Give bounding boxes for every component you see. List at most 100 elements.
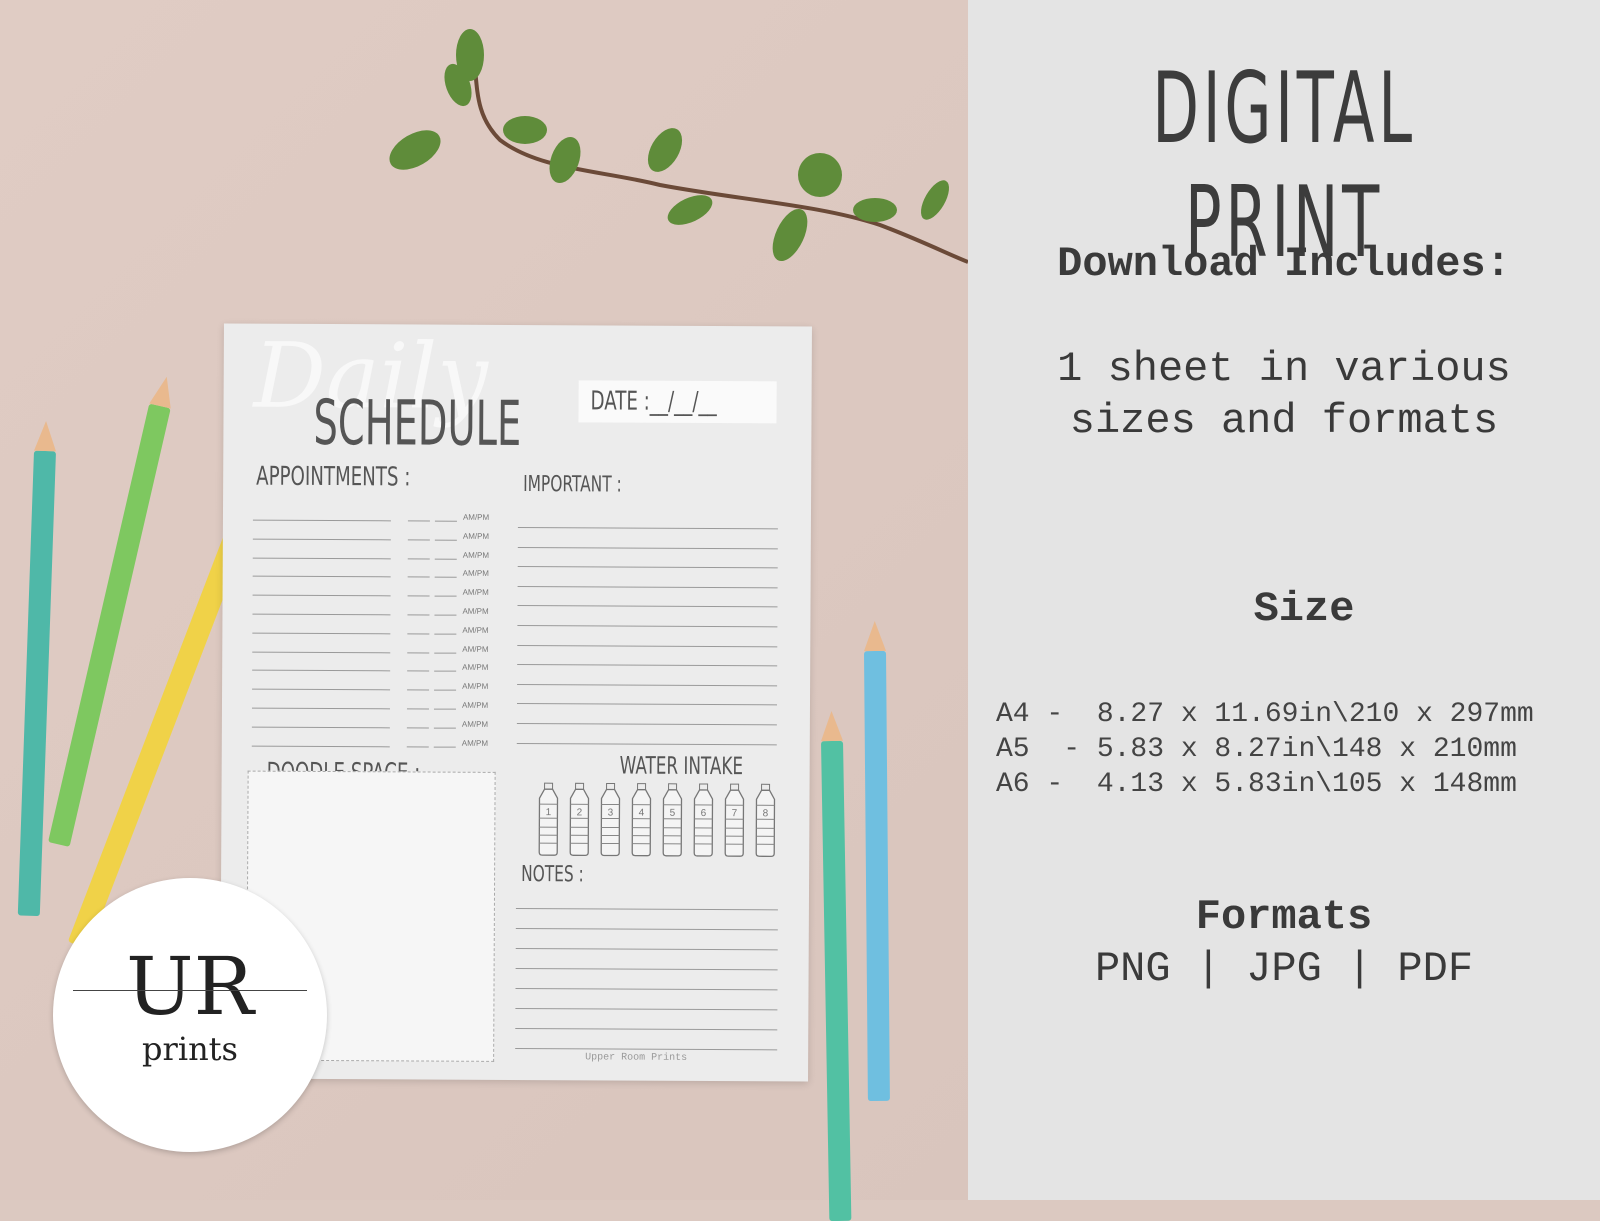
water-intake-label: WATER INTAKE — [620, 752, 744, 781]
info-panel: DIGITAL PRINT Download Includes: 1 sheet… — [968, 0, 1600, 1200]
important-line — [517, 743, 777, 745]
water-bottle-icon[interactable]: 2 — [567, 782, 591, 861]
appointment-line — [252, 708, 390, 710]
minute-line — [434, 652, 456, 653]
minute-line — [434, 615, 456, 616]
pencil-blue — [864, 651, 890, 1101]
ampm-label: AM/PM — [462, 607, 488, 616]
appointment-line — [253, 595, 391, 597]
formats-list: PNG | JPG | PDF — [968, 945, 1600, 993]
notes-line — [516, 968, 778, 970]
svg-text:3: 3 — [608, 807, 614, 818]
minute-line — [435, 577, 457, 578]
hour-line — [407, 727, 429, 728]
water-bottle-icon[interactable]: 6 — [691, 783, 715, 862]
svg-text:1: 1 — [546, 807, 552, 818]
important-line — [518, 605, 778, 607]
hour-line — [407, 633, 429, 634]
hour-line — [408, 520, 430, 521]
ampm-label: AM/PM — [462, 738, 488, 747]
important-line — [517, 684, 777, 686]
hour-line — [408, 558, 430, 559]
appointment-line — [252, 670, 390, 672]
appointment-line — [253, 520, 391, 522]
schedule-title: SCHEDULE — [313, 386, 521, 460]
appointment-line — [252, 632, 390, 634]
important-line — [518, 566, 778, 568]
notes-line — [516, 928, 778, 930]
hour-line — [408, 577, 430, 578]
appointment-line — [253, 538, 391, 540]
ampm-label: AM/PM — [462, 644, 488, 653]
ampm-label: AM/PM — [463, 513, 489, 522]
photo-background: Daily SCHEDULE DATE :__/__/__ APPOINTMEN… — [0, 0, 968, 1200]
minute-line — [435, 596, 457, 597]
water-bottle-icon[interactable]: 1 — [536, 782, 560, 861]
water-bottle-icon[interactable]: 4 — [629, 783, 653, 862]
ampm-label: AM/PM — [462, 701, 488, 710]
vine-decoration — [0, 0, 968, 300]
notes-line — [516, 948, 778, 950]
hour-line — [408, 596, 430, 597]
svg-text:4: 4 — [639, 808, 645, 819]
important-line — [517, 625, 777, 627]
water-bottle-icon[interactable]: 7 — [722, 783, 746, 862]
pencil-teal-right — [821, 741, 851, 1221]
important-line — [518, 527, 778, 529]
appointment-line — [252, 689, 390, 691]
water-bottle-icon[interactable]: 3 — [598, 782, 622, 861]
footer-text: Upper Room Prints — [585, 1052, 687, 1064]
minute-line — [434, 690, 456, 691]
appointments-label: APPOINTMENTS : — [256, 462, 410, 493]
notes-line — [515, 988, 777, 990]
appointment-line — [253, 576, 391, 578]
hour-line — [407, 671, 429, 672]
appointment-line — [252, 745, 390, 747]
svg-text:7: 7 — [732, 808, 738, 819]
ampm-label: AM/PM — [462, 720, 488, 729]
ampm-label: AM/PM — [462, 663, 488, 672]
hour-line — [407, 708, 429, 709]
ampm-label: AM/PM — [463, 588, 489, 597]
hour-line — [408, 539, 430, 540]
appointment-line — [252, 726, 390, 728]
minute-line — [434, 746, 456, 747]
ampm-label: AM/PM — [462, 682, 488, 691]
hour-line — [407, 614, 429, 615]
water-bottle-icon[interactable]: 8 — [753, 783, 777, 862]
minute-line — [434, 633, 456, 634]
appointment-line — [252, 651, 390, 653]
ampm-label: AM/PM — [462, 626, 488, 635]
svg-text:6: 6 — [701, 808, 707, 819]
svg-text:8: 8 — [763, 808, 769, 819]
notes-line — [516, 908, 778, 910]
hour-line — [407, 690, 429, 691]
minute-line — [434, 671, 456, 672]
formats-heading: Formats — [968, 893, 1600, 941]
minute-line — [435, 558, 457, 559]
notes-line — [515, 1028, 777, 1030]
size-list: A4 - 8.27 x 11.69in\210 x 297mmA5 - 5.83… — [996, 697, 1534, 802]
minute-line — [434, 727, 456, 728]
important-label: IMPORTANT : — [523, 472, 622, 498]
download-text: sizes and formats — [968, 397, 1600, 445]
appointment-line — [253, 557, 391, 559]
download-text: 1 sheet in various — [968, 345, 1600, 393]
water-bottle-icon[interactable]: 5 — [660, 783, 684, 862]
minute-line — [435, 521, 457, 522]
date-box: DATE :__/__/__ — [578, 380, 776, 423]
pencil-teal — [18, 451, 56, 916]
important-line — [518, 547, 778, 549]
hour-line — [407, 652, 429, 653]
notes-label: NOTES : — [521, 862, 584, 887]
ampm-label: AM/PM — [463, 569, 489, 578]
minute-line — [435, 539, 457, 540]
svg-text:2: 2 — [577, 807, 583, 818]
size-heading: Size — [968, 585, 1600, 633]
svg-text:5: 5 — [670, 808, 676, 819]
notes-line — [515, 1008, 777, 1010]
ampm-label: AM/PM — [463, 550, 489, 559]
hour-line — [407, 746, 429, 747]
appointment-line — [252, 614, 390, 616]
important-line — [517, 723, 777, 725]
